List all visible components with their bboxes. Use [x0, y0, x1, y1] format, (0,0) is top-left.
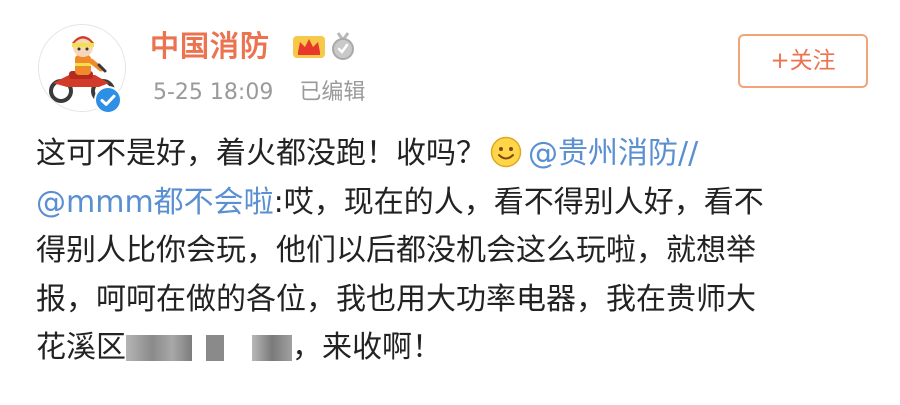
vip-crown-icon[interactable]	[292, 34, 326, 60]
redacted-text	[252, 335, 292, 361]
post-text: :哎，现在的人，看不得别人好，看不	[273, 184, 764, 220]
post-text: ，来收啊！	[292, 330, 442, 365]
mention-mmm[interactable]: @mmm都不会啦	[36, 185, 274, 220]
weibo-post-card: 中国消防 5-25 18:09 已编辑 +关注 这可不是好，着火都没跑！收吗？ @贵…	[0, 0, 900, 405]
repost-separator: //	[678, 136, 699, 171]
medal-icon[interactable]	[330, 32, 356, 60]
username-link[interactable]: 中国消防	[150, 28, 270, 64]
smile-emoji-icon	[490, 136, 522, 168]
post-line-3: 得别人比你会玩，他们以后都没机会这么玩啦，就想举	[36, 233, 756, 268]
post-timestamp[interactable]: 5-25 18:09	[153, 80, 273, 105]
post-line-5: 花溪区 ，来收啊！	[36, 324, 876, 373]
post-line-2: @mmm都不会啦:哎，现在的人，看不得别人好，看不	[36, 179, 876, 228]
post-line-1: 这可不是好，着火都没跑！收吗？ @贵州消防//	[36, 130, 876, 179]
redacted-text	[126, 335, 192, 361]
post-text: 花溪区	[36, 330, 126, 365]
post-meta: 5-25 18:09 已编辑	[153, 78, 365, 108]
post-line-4: 报，呵呵在做的各位，我也用大功率电器，我在贵师大	[36, 281, 756, 317]
mention-guizhou-fire[interactable]: @贵州消防	[528, 136, 678, 171]
post-body: 这可不是好，着火都没跑！收吗？ @贵州消防// @mmm都不会啦:哎，现在的人，看…	[36, 130, 876, 373]
verified-badge-icon	[94, 86, 122, 114]
follow-button[interactable]: +关注	[738, 34, 868, 88]
redacted-text	[206, 335, 224, 361]
post-text: 这可不是好，着火都没跑！收吗？	[36, 136, 486, 171]
edited-label[interactable]: 已编辑	[299, 80, 365, 105]
